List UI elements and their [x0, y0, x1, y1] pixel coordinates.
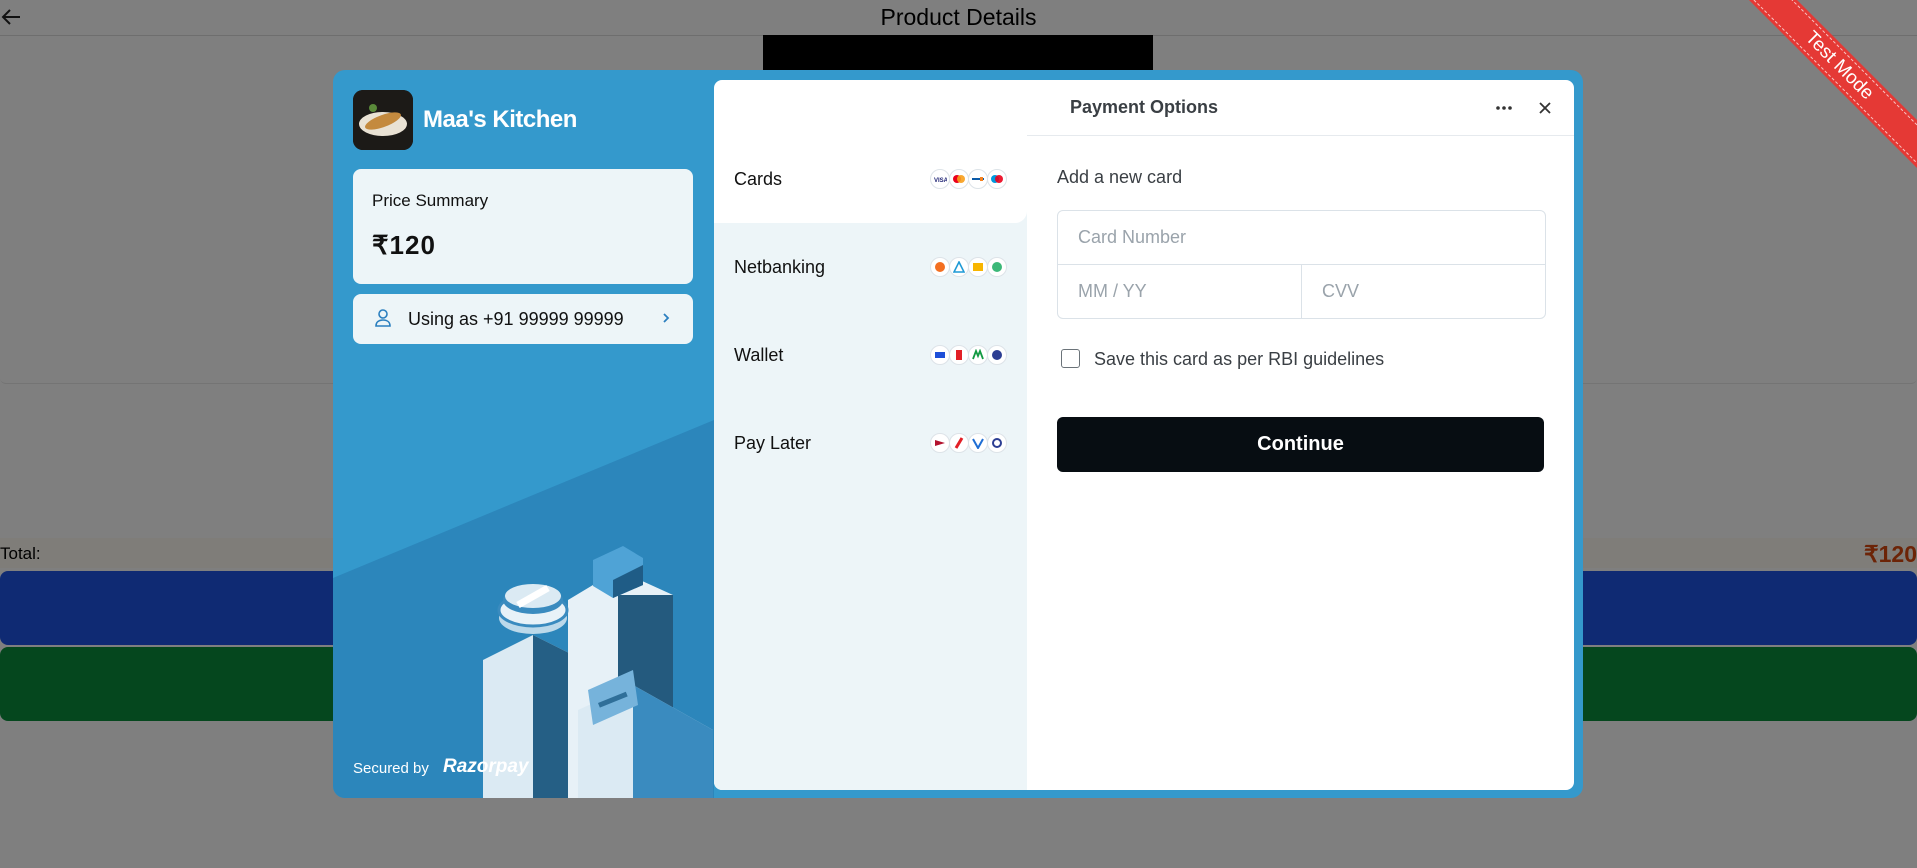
bank-icon [968, 257, 988, 277]
visa-icon: VISA [930, 169, 950, 189]
cvv-placeholder: CVV [1322, 281, 1360, 301]
rupay-icon [968, 169, 988, 189]
maestro-icon [987, 169, 1007, 189]
method-netbanking[interactable]: Netbanking [714, 223, 1027, 311]
expiry-field[interactable]: MM / YY [1058, 265, 1302, 318]
merchant-panel: Maa's Kitchen Price Summary ₹120 Using a… [333, 70, 714, 798]
paylater-icon [949, 433, 969, 453]
card-number-placeholder: Card Number [1078, 227, 1187, 247]
wallet-icon [930, 345, 950, 365]
checkout-modal: Maa's Kitchen Price Summary ₹120 Using a… [333, 70, 1583, 798]
wallet-icon [987, 345, 1007, 365]
method-wallet[interactable]: Wallet [714, 311, 1027, 399]
user-icon [375, 309, 391, 327]
method-icons [930, 257, 1007, 277]
svg-text:VISA: VISA [934, 178, 947, 183]
paylater-icon [930, 433, 950, 453]
method-icons [930, 345, 1007, 365]
payment-options-panel: Payment Options Cards VISA Netbanking Wa… [714, 80, 1574, 790]
method-icons [930, 433, 1007, 453]
save-card-checkbox[interactable] [1061, 349, 1080, 368]
wallet-icon [949, 345, 969, 365]
paylater-icon [968, 433, 988, 453]
price-summary-label: Price Summary [372, 191, 489, 210]
close-icon[interactable] [1535, 98, 1555, 118]
wallet-icon [968, 345, 988, 365]
razorpay-logo: Razorpay [443, 756, 529, 777]
continue-button[interactable]: Continue [1057, 417, 1544, 472]
secured-by-label: Secured by [353, 760, 429, 777]
price-value: ₹120 [372, 230, 436, 260]
user-contact-text: Using as +91 99999 99999 [408, 309, 624, 329]
payment-options-title: Payment Options [1069, 97, 1219, 117]
method-pay-later[interactable]: Pay Later [714, 399, 1027, 487]
chevron-right-icon [663, 313, 670, 323]
method-label: Pay Later [734, 433, 812, 453]
expiry-placeholder: MM / YY [1078, 281, 1147, 301]
merchant-name: Maa's Kitchen [423, 106, 577, 133]
save-card-label: Save this card as per RBI guidelines [1094, 349, 1385, 369]
mastercard-icon [949, 169, 969, 189]
test-mode-ribbon: Test Mode [1717, 0, 1917, 200]
paylater-icon [987, 433, 1007, 453]
payment-methods-list: Cards VISA Netbanking Wallet Pay Later [714, 135, 1027, 790]
cvv-field[interactable]: CVV [1302, 265, 1545, 318]
method-cards[interactable]: Cards VISA [714, 135, 1027, 223]
add-card-heading: Add a new card [1057, 167, 1183, 187]
card-fields-group: Card Number MM / YY CVV [1057, 210, 1546, 319]
method-label: Netbanking [734, 257, 826, 277]
method-label: Cards [734, 169, 783, 189]
bank-icon [987, 257, 1007, 277]
bank-icon [949, 257, 969, 277]
save-card-option[interactable]: Save this card as per RBI guidelines [1059, 347, 1546, 371]
user-contact-button[interactable]: Using as +91 99999 99999 [353, 294, 693, 344]
method-icons: VISA [930, 169, 1007, 189]
price-summary: Price Summary ₹120 [353, 169, 693, 284]
more-options-icon[interactable] [1494, 98, 1514, 118]
method-label: Wallet [734, 345, 784, 365]
card-number-field[interactable]: Card Number [1058, 211, 1545, 265]
merchant-logo [353, 90, 413, 150]
payment-header: Payment Options [714, 80, 1574, 136]
test-mode-label: Test Mode [1720, 0, 1917, 185]
bank-icon [930, 257, 950, 277]
